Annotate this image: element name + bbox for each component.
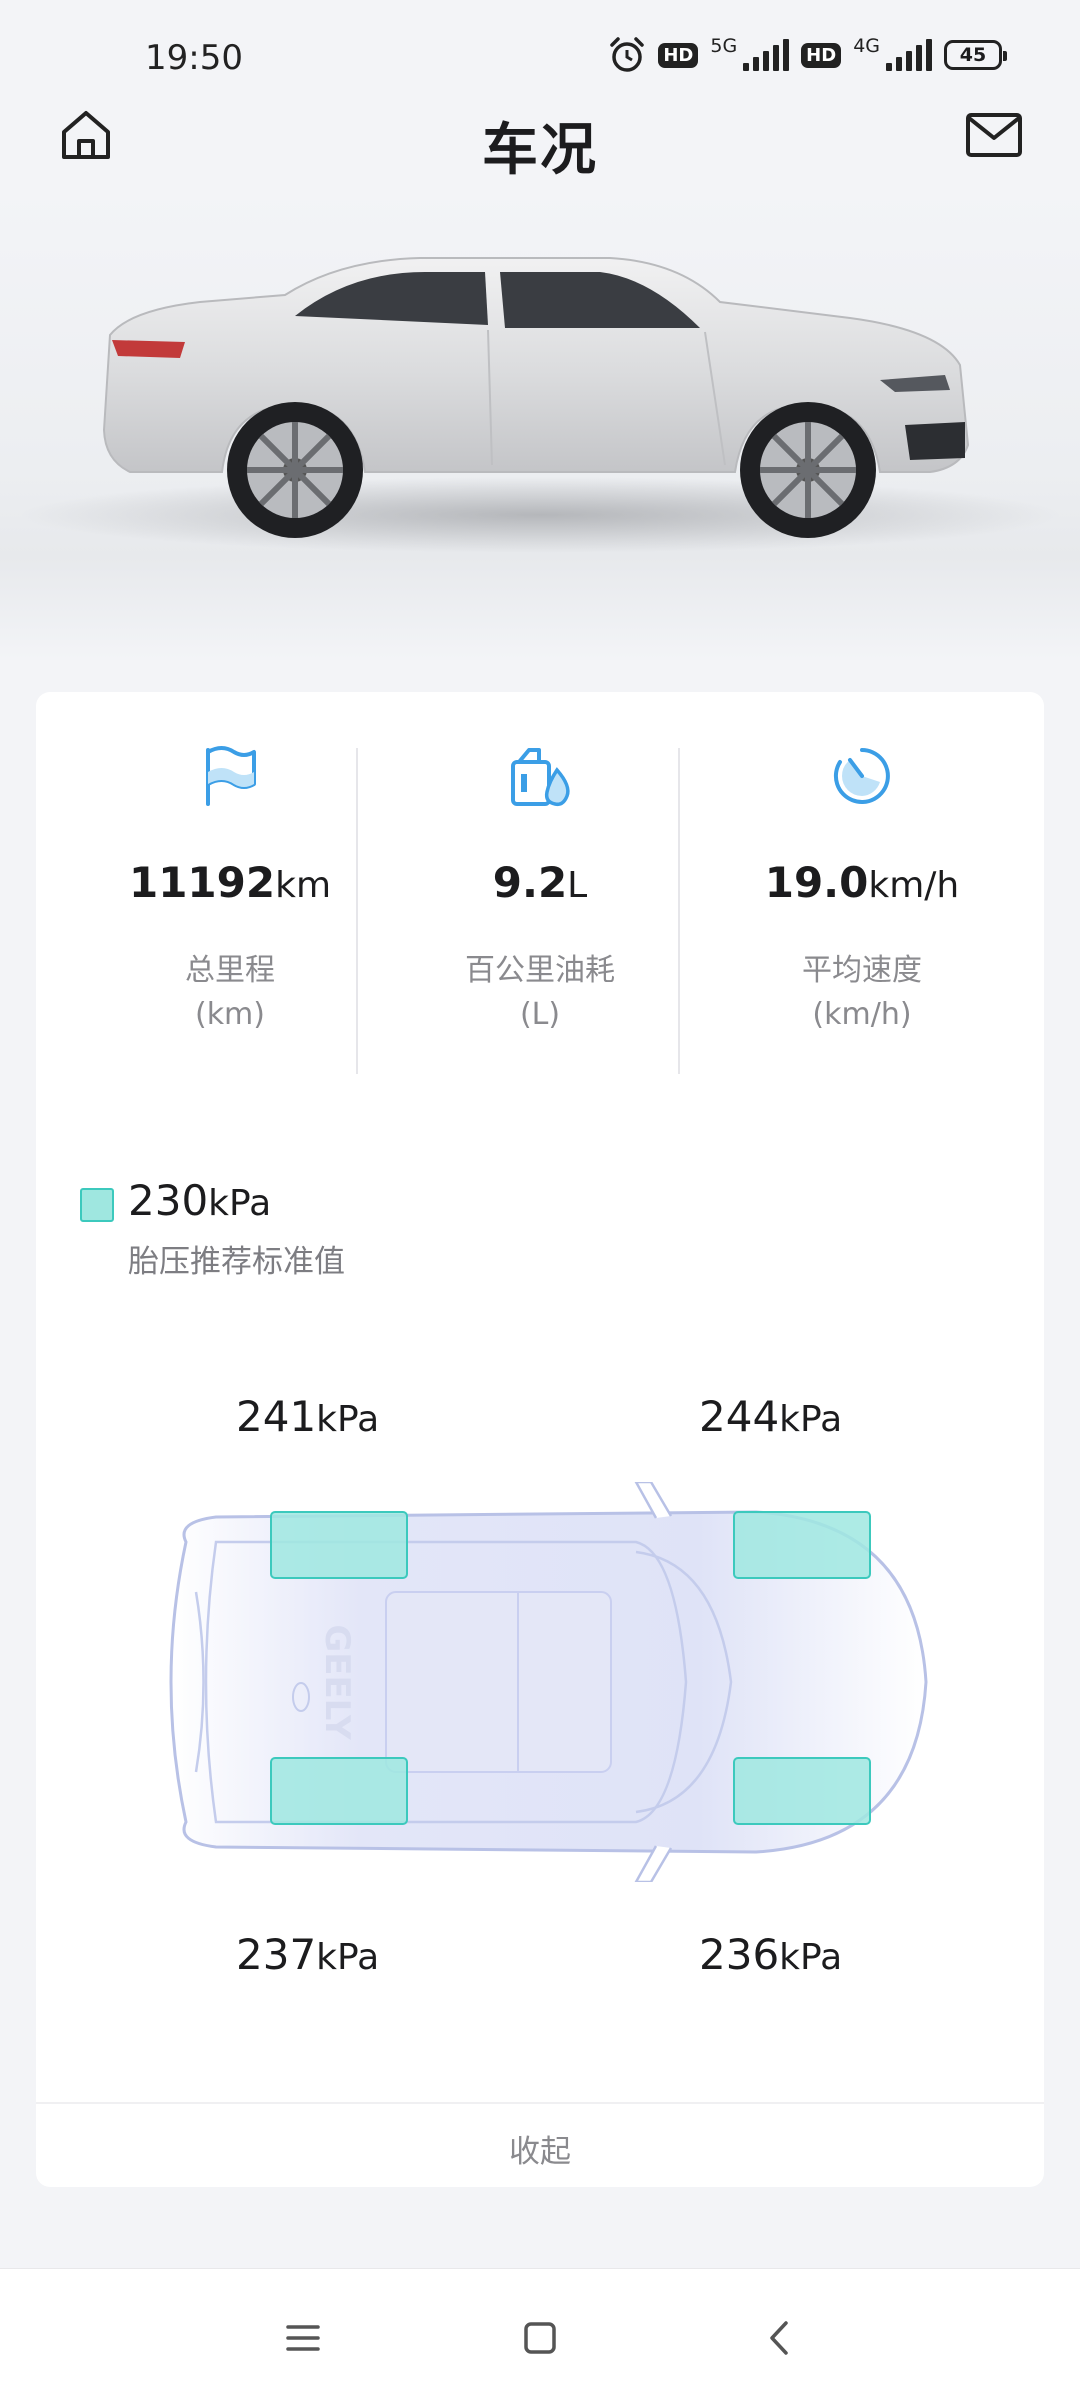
tire-rear-left [270, 1757, 408, 1825]
brand-mark: GEELY [317, 1624, 357, 1740]
fuel-label: 百公里油耗 [465, 953, 615, 988]
rear-wheel [227, 402, 363, 538]
vehicle-status-card: 11192km 总里程 (km) 9.2L 百公里油耗 (L) 19.0km/h… [36, 692, 1044, 2187]
mileage-value: 11192km [128, 858, 332, 907]
back-icon[interactable] [755, 2313, 805, 2363]
standard-pressure-value: 230kPa [128, 1176, 272, 1225]
square-home-icon[interactable] [515, 2313, 565, 2363]
fuel-icon [511, 748, 570, 807]
divider-2 [678, 748, 680, 1074]
mileage-label: 总里程 [185, 953, 275, 988]
status-time: 19:50 [145, 38, 243, 78]
tire-front-left [270, 1511, 408, 1579]
stat-average-speed: 19.0km/h 平均速度 (km/h) [702, 742, 1022, 1072]
tire-pressure-front-right: 244kPa [699, 1392, 843, 1441]
hd-icon-2: HD [801, 42, 842, 68]
standard-pressure-swatch [80, 1188, 114, 1222]
network-5g-label: 5G [710, 34, 738, 57]
standard-pressure-label: 胎压推荐标准值 [128, 1244, 345, 1280]
speed-icon [833, 748, 890, 804]
collapse-row: 收起 [36, 2102, 1044, 2189]
system-navigation-bar [0, 2268, 1080, 2401]
status-bar: 19:50 HD 5G HD 4G 45 [0, 0, 1080, 110]
front-wheel [740, 402, 876, 538]
page-title: 车况 [482, 118, 598, 183]
mail-icon[interactable] [964, 110, 1024, 160]
signal-icon-2 [886, 39, 932, 71]
tire-rear-right [733, 1757, 871, 1825]
signal-icon [743, 39, 790, 71]
mileage-unit-label: (km) [194, 997, 265, 1032]
fuel-value: 9.2L [492, 858, 588, 907]
speed-value: 19.0km/h [764, 858, 960, 907]
collapse-button[interactable]: 收起 [36, 2126, 1044, 2171]
stat-total-mileage: 11192km 总里程 (km) [70, 742, 390, 1072]
divider [356, 748, 358, 1074]
car-top-view-diagram: GEELY [169, 1482, 928, 1882]
car-side-image [20, 257, 1060, 553]
tire-pressure-front-left: 241kPa [236, 1392, 380, 1441]
tire-pressure-rear-right: 236kPa [699, 1930, 843, 1979]
status-icons: HD 5G HD 4G 45 [608, 34, 1007, 74]
tire-pressure-rear-left: 237kPa [236, 1930, 380, 1979]
battery-icon: 45 [944, 40, 1007, 70]
menu-icon[interactable] [278, 2313, 328, 2363]
network-4g-label: 4G [853, 34, 880, 57]
speed-label: 平均速度 [802, 953, 922, 988]
alarm-icon [610, 37, 645, 72]
stat-fuel-consumption: 9.2L 百公里油耗 (L) [380, 742, 700, 1072]
hd-icon: HD [658, 42, 699, 68]
flag-icon [206, 746, 256, 806]
battery-level: 45 [959, 44, 987, 66]
speed-unit-label: (km/h) [812, 997, 912, 1032]
fuel-unit-label: (L) [519, 997, 561, 1032]
car-hero [0, 190, 1080, 660]
header: 车况 [0, 100, 1080, 183]
tire-front-right [733, 1511, 871, 1579]
